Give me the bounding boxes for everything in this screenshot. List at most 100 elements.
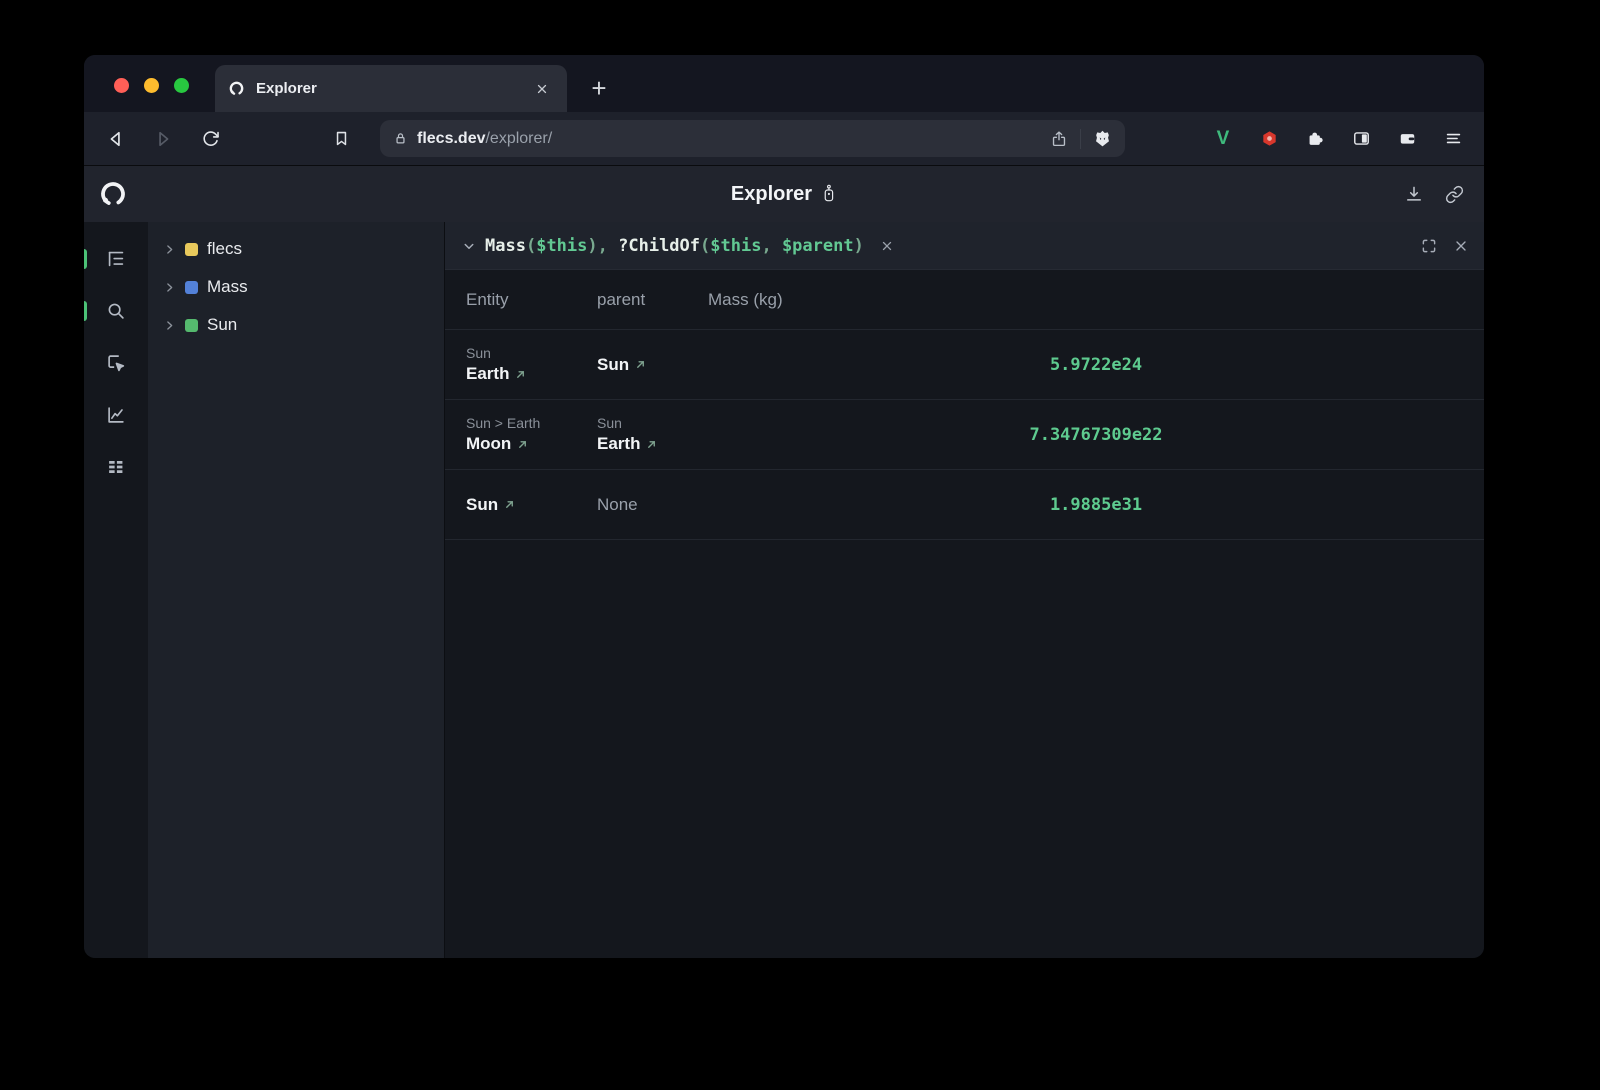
parent-cell: Sun Earth: [597, 415, 708, 454]
query-expression[interactable]: Mass($this), ?ChildOf($this, $parent): [485, 236, 864, 256]
brave-shield-icon[interactable]: [1093, 129, 1112, 148]
chevron-right-icon[interactable]: [163, 243, 176, 256]
extensions-puzzle-icon[interactable]: [1300, 124, 1330, 154]
tab-strip: Explorer +: [84, 55, 1484, 112]
open-entity-icon[interactable]: [504, 499, 515, 510]
download-icon[interactable]: [1398, 178, 1430, 210]
divider: [1080, 129, 1081, 149]
query-token: ): [854, 236, 864, 256]
mass-value: 7.34767309e22: [1029, 425, 1162, 445]
forward-button[interactable]: [145, 121, 181, 157]
column-header-entity: Entity: [466, 290, 597, 310]
query-token: $this: [536, 236, 587, 256]
table-row: Sun > Earth Moon Sun Earth 7.34767309e22: [445, 400, 1484, 470]
query-token: ?ChildOf: [618, 236, 700, 256]
tab-favicon: [228, 80, 245, 97]
entity-tree-panel: flecs Mass Sun: [148, 222, 445, 958]
menu-icon[interactable]: [1438, 124, 1468, 154]
entity-link[interactable]: Moon: [466, 434, 511, 454]
entity-color-square: [185, 243, 198, 256]
query-token: ,: [598, 236, 618, 256]
hexagon-extension-icon[interactable]: [1254, 124, 1284, 154]
mass-cell: 1.9885e31: [708, 495, 1484, 515]
extension-cluster: V: [1208, 124, 1468, 154]
entity-cell: Sun Earth: [466, 345, 597, 384]
mass-value: 5.9722e24: [1050, 355, 1142, 375]
tree-item-sun[interactable]: Sun: [148, 306, 444, 344]
query-token: $this: [710, 236, 761, 256]
stats-panel-button[interactable]: [99, 450, 133, 484]
mass-cell: 7.34767309e22: [708, 425, 1484, 445]
query-panel: Mass($this), ?ChildOf($this, $parent) En…: [445, 222, 1484, 958]
url-path: /explorer/: [485, 130, 552, 147]
url-host: flecs.dev: [417, 130, 485, 147]
open-entity-icon[interactable]: [517, 439, 528, 450]
query-token: Mass: [485, 236, 526, 256]
clear-query-icon[interactable]: [876, 235, 898, 257]
open-entity-icon[interactable]: [515, 369, 526, 380]
entity-cell: Sun > Earth Moon: [466, 415, 597, 454]
tree-panel-button[interactable]: [99, 242, 133, 276]
tree-item-label: Sun: [207, 315, 237, 335]
mass-value: 1.9885e31: [1050, 495, 1142, 515]
explorer-header: Explorer: [84, 165, 1484, 222]
flecs-logo[interactable]: [98, 179, 128, 209]
entity-link[interactable]: Sun: [466, 495, 498, 515]
query-token: (: [526, 236, 536, 256]
entity-color-square: [185, 319, 198, 332]
chevron-down-icon[interactable]: [460, 237, 478, 255]
remote-icon: [821, 184, 837, 204]
tree-item-mass[interactable]: Mass: [148, 268, 444, 306]
mass-cell: 5.9722e24: [708, 355, 1484, 375]
wallet-icon[interactable]: [1392, 124, 1422, 154]
link-icon[interactable]: [1438, 178, 1470, 210]
tab-title: Explorer: [256, 80, 519, 97]
chart-panel-button[interactable]: [99, 398, 133, 432]
entity-link[interactable]: Earth: [466, 364, 509, 384]
browser-tab-explorer[interactable]: Explorer: [215, 65, 567, 112]
table-row: Sun None 1.9885e31: [445, 470, 1484, 540]
close-panel-icon[interactable]: [1453, 238, 1469, 254]
query-token: (: [700, 236, 710, 256]
chevron-right-icon[interactable]: [163, 319, 176, 332]
table-row: Sun Earth Sun 5.9722e24: [445, 330, 1484, 400]
parent-path: Sun: [597, 415, 708, 431]
tab-close-icon[interactable]: [530, 77, 554, 101]
entity-cell: Sun: [466, 495, 597, 515]
open-entity-icon[interactable]: [635, 359, 646, 370]
open-entity-icon[interactable]: [646, 439, 657, 450]
new-tab-button[interactable]: +: [581, 68, 617, 108]
url-bar[interactable]: flecs.dev/explorer/: [380, 120, 1125, 157]
query-token: ): [587, 236, 597, 256]
fullscreen-icon[interactable]: [1420, 237, 1438, 255]
content-area: flecs Mass Sun Mass($this), ?ChildOf($th…: [84, 222, 1484, 958]
active-indicator: [84, 249, 87, 269]
bookmark-icon[interactable]: [323, 121, 359, 157]
tree-item-label: flecs: [207, 239, 242, 259]
query-header: Mass($this), ?ChildOf($this, $parent): [445, 222, 1484, 270]
tree-item-flecs[interactable]: flecs: [148, 230, 444, 268]
maximize-window-button[interactable]: [174, 78, 189, 93]
vue-devtools-icon[interactable]: V: [1208, 124, 1238, 154]
page-title: Explorer: [731, 183, 812, 206]
results-table-header: Entity parent Mass (kg): [445, 270, 1484, 330]
minimize-window-button[interactable]: [144, 78, 159, 93]
share-icon[interactable]: [1050, 130, 1068, 148]
inspect-panel-button[interactable]: [99, 346, 133, 380]
sidebar-toggle-icon[interactable]: [1346, 124, 1376, 154]
entity-tree: flecs Mass Sun: [148, 230, 444, 344]
parent-link[interactable]: Earth: [597, 434, 640, 454]
column-header-mass: Mass (kg): [708, 290, 1484, 310]
results-table-body: Sun Earth Sun 5.9722e24 Sun > Earth: [445, 330, 1484, 540]
lock-icon: [393, 131, 408, 146]
chevron-right-icon[interactable]: [163, 281, 176, 294]
reload-button[interactable]: [192, 121, 228, 157]
back-button[interactable]: [98, 121, 134, 157]
entity-path: Sun: [466, 345, 597, 361]
url-text: flecs.dev/explorer/: [417, 130, 552, 148]
parent-link: None: [597, 495, 638, 515]
parent-link[interactable]: Sun: [597, 355, 629, 375]
close-window-button[interactable]: [114, 78, 129, 93]
search-panel-button[interactable]: [99, 294, 133, 328]
icon-rail: [84, 222, 148, 958]
